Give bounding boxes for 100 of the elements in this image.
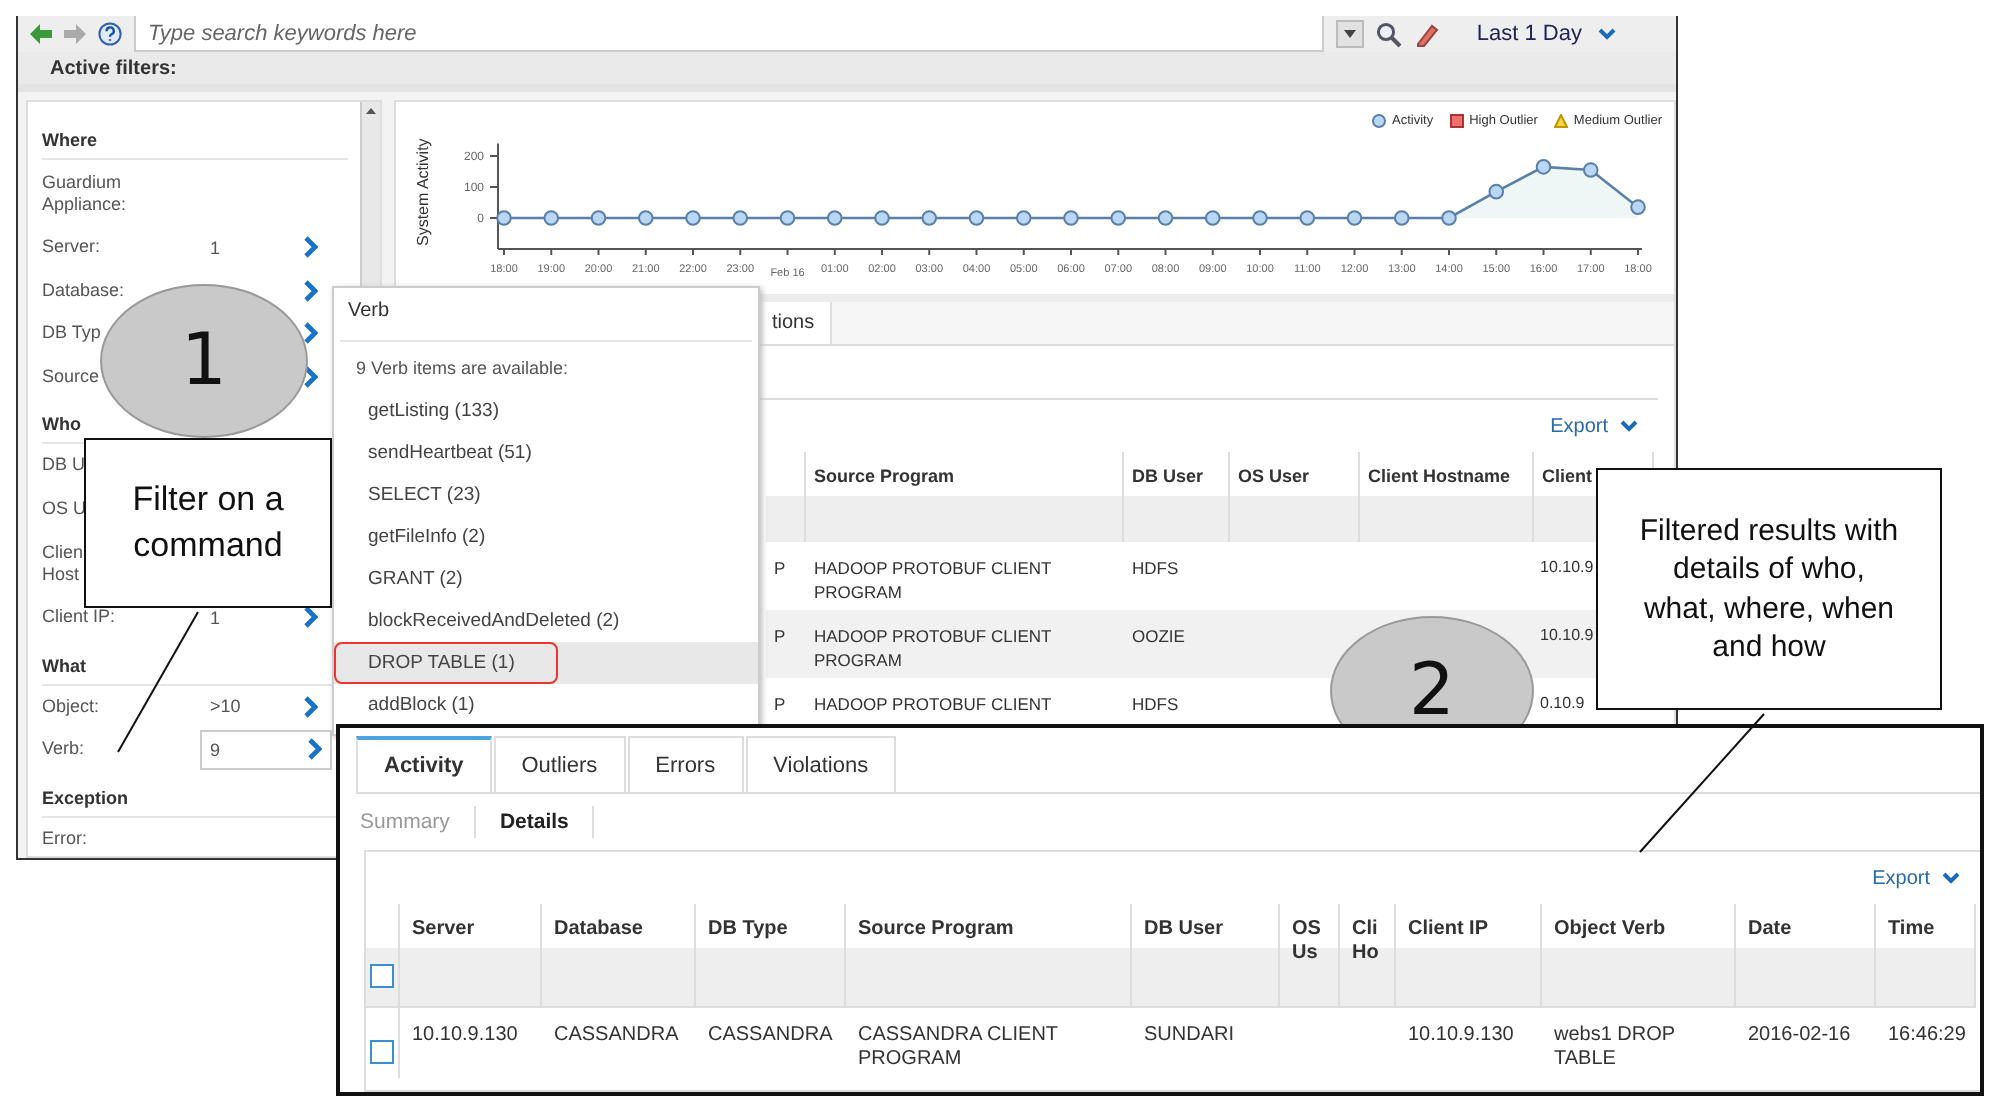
tab[interactable]: tions xyxy=(764,302,833,344)
column-header: Cli Ho xyxy=(1340,904,1396,1006)
leader-line xyxy=(117,611,199,753)
data-point xyxy=(1299,210,1316,226)
data-point xyxy=(1015,210,1032,226)
data-point xyxy=(779,210,796,226)
search-icon[interactable] xyxy=(1376,21,1403,47)
filter-label: Clien Host xyxy=(42,541,84,583)
table-cell: CASSANDRA xyxy=(542,1006,696,1078)
table-cell: CASSANDRA xyxy=(696,1006,846,1078)
filter-label: Database: xyxy=(42,279,125,300)
callout-box: Filtered results with details of who, what, where, when and how xyxy=(1596,468,1942,710)
axis-title: System Activity xyxy=(414,138,432,246)
filter-label: DB U xyxy=(42,454,86,475)
column-header: Time xyxy=(1876,904,1976,1006)
verb-option[interactable]: addBlock (1) xyxy=(334,684,758,726)
data-point xyxy=(543,210,560,226)
column-header: DB User xyxy=(1132,904,1280,1006)
filter-value: 1 xyxy=(208,237,223,258)
column-header: DB Type xyxy=(696,904,846,1006)
filter-label: DB Typ xyxy=(42,322,101,343)
column-header: OS User xyxy=(1230,452,1360,542)
table-cell-text: 10.10.9 xyxy=(1538,556,1596,580)
column-header: Server xyxy=(400,904,542,1006)
tab[interactable]: Activity xyxy=(356,736,492,792)
data-point xyxy=(732,210,749,226)
table-cell-text: P xyxy=(772,692,788,718)
checkbox[interactable] xyxy=(370,1040,394,1064)
tab[interactable]: Violations xyxy=(745,736,897,792)
filter-label: Object: xyxy=(42,695,100,716)
data-point xyxy=(874,210,890,226)
back-arrow-icon[interactable] xyxy=(30,24,52,44)
subtab[interactable]: Details xyxy=(495,806,595,838)
table-cell-text: P xyxy=(772,624,788,650)
export-button[interactable]: Export xyxy=(1550,415,1638,437)
table-cell-text: HADOOP PROTOBUF CLIENT PROGRAM xyxy=(812,624,1054,674)
table-cell-text: 0.10.9 xyxy=(1538,692,1587,716)
filter-label: Server: xyxy=(42,236,101,257)
filter-label: Source xyxy=(42,365,100,386)
data-point xyxy=(1393,210,1410,226)
callout-box: Filter on a command xyxy=(84,438,332,608)
verb-option[interactable]: GRANT (2) xyxy=(334,558,758,600)
export-button[interactable]: Export xyxy=(1872,867,1960,889)
table-cell: webs1 DROP TABLE xyxy=(1542,1006,1736,1078)
help-icon[interactable] xyxy=(98,22,122,46)
table-cell-text: HDFS xyxy=(1130,556,1181,582)
data-point xyxy=(496,210,512,226)
chevron-right-icon[interactable] xyxy=(304,606,318,629)
column-header: Object Verb xyxy=(1542,904,1736,1006)
data-point xyxy=(685,210,701,226)
tab[interactable]: Errors xyxy=(627,736,744,792)
popup-title: Verb xyxy=(340,296,752,342)
filter-label: Guardium Appliance: xyxy=(42,171,127,213)
table-cell: 2016-02-16 xyxy=(1736,1006,1876,1078)
tab[interactable]: Outliers xyxy=(493,736,626,792)
data-point xyxy=(1582,162,1599,178)
column-header: Database xyxy=(542,904,696,1006)
filter-label: Verb: xyxy=(42,738,85,759)
column-header: Date xyxy=(1736,904,1876,1006)
data-point xyxy=(921,210,938,226)
section-heading: Where xyxy=(42,122,348,160)
column-header: Source Program xyxy=(806,452,1124,542)
table-cell-text: P xyxy=(772,556,788,582)
table-cell-text: 10.10.9 xyxy=(1538,624,1596,648)
chevron-down-icon xyxy=(1942,872,1960,884)
table-cell-text: HADOOP PROTOBUF CLIENT xyxy=(812,692,1054,718)
column-header: Source Program xyxy=(846,904,1132,1006)
verb-filter-field[interactable]: 9 xyxy=(200,729,332,770)
circle-icon xyxy=(1372,114,1386,128)
search-field[interactable]: Type search keywords here xyxy=(134,16,1325,52)
table-cell-text: HDFS xyxy=(1130,692,1181,718)
column-header xyxy=(766,452,806,542)
table-cell: CASSANDRA CLIENT PROGRAM xyxy=(846,1006,1132,1078)
verb-option[interactable]: DROP TABLE (1) xyxy=(334,642,758,684)
data-point xyxy=(1204,210,1221,226)
table-cell: 16:46:29 xyxy=(1876,1006,1976,1078)
y-axis xyxy=(489,142,499,250)
scroll-up-icon[interactable] xyxy=(366,108,376,114)
eraser-icon[interactable] xyxy=(1414,21,1441,47)
time-range-dropdown[interactable]: Last 1 Day xyxy=(1452,22,1664,46)
filters-label: Active filters: xyxy=(18,52,1676,92)
column-header: Client IP xyxy=(1396,904,1542,1006)
data-point xyxy=(1535,159,1552,175)
popup-summary: 9 Verb items are available: xyxy=(354,356,571,382)
table-cell-text: OOZIE xyxy=(1130,624,1187,650)
verb-option[interactable]: getFileInfo (2) xyxy=(334,516,758,558)
column-header: Client Hostname xyxy=(1360,452,1534,542)
checkbox[interactable] xyxy=(370,964,394,988)
verb-option[interactable]: blockReceivedAndDeleted (2) xyxy=(334,600,758,642)
data-point xyxy=(1441,210,1457,226)
data-point xyxy=(968,210,985,226)
column-header: OS Us xyxy=(1280,904,1340,1006)
chevron-down-icon xyxy=(1598,28,1616,40)
dropdown-button[interactable] xyxy=(1336,20,1365,48)
data-point xyxy=(1063,210,1079,226)
verb-option[interactable]: SELECT (23) xyxy=(334,474,758,516)
filter-label: Client IP: xyxy=(42,606,116,627)
data-point xyxy=(1630,199,1646,215)
data-point xyxy=(1110,210,1127,226)
chevron-down-icon xyxy=(1620,420,1638,432)
